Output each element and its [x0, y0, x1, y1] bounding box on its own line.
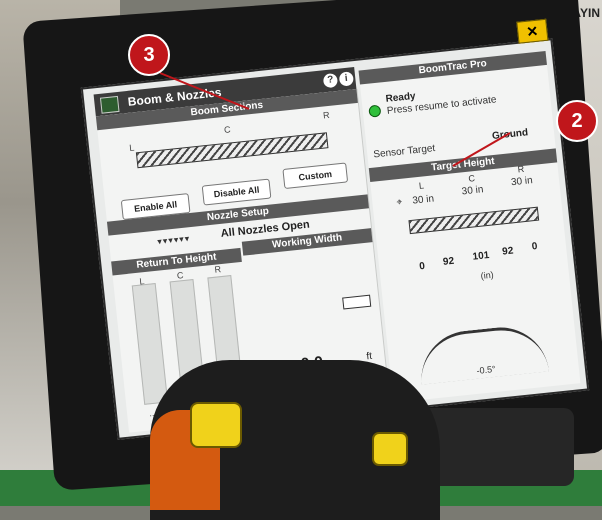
target-label-c: C [467, 173, 476, 184]
help-icon[interactable]: ? [322, 72, 339, 89]
joystick-yellow-button-small [372, 432, 408, 466]
info-icon[interactable]: i [338, 71, 355, 87]
target-height-left[interactable]: 30 in [412, 193, 435, 206]
target-height-right[interactable]: 30 in [511, 175, 534, 188]
boomtrac-header: BoomTrac Pro [358, 50, 547, 85]
disable-all-button[interactable]: Disable All [201, 178, 272, 206]
target-label-l: L [418, 180, 425, 191]
sensor-reading-4: 92 [501, 245, 514, 258]
boom-label-c: C [223, 124, 231, 135]
joystick-yellow-button [190, 402, 242, 448]
target-height-center[interactable]: 30 in [461, 184, 484, 197]
boom-app-icon [99, 95, 120, 114]
nozzle-icons: ▾▾▾▾▾▾ [156, 233, 191, 247]
annotation-badge-2: 2 [556, 100, 598, 142]
crosshair-icon: ⌖ [395, 196, 403, 209]
boom-label-l: L [128, 142, 135, 153]
close-button[interactable]: ✕ [516, 18, 549, 44]
sensor-target-label: Sensor Target [372, 143, 436, 161]
working-width-icon [342, 294, 372, 310]
sensor-reading-2: 92 [442, 255, 455, 268]
boom-height-diagram [408, 206, 540, 235]
ready-indicator-icon [368, 104, 382, 118]
sensor-reading-1: 0 [418, 260, 426, 273]
readings-unit: (in) [480, 269, 495, 281]
boom-sections-diagram[interactable] [135, 132, 329, 169]
rth-label-r: R [214, 264, 222, 275]
annotation-badge-3: 3 [128, 34, 170, 76]
sensor-reading-5: 0 [531, 240, 539, 253]
boom-tilt-gauge [416, 322, 550, 385]
boomtrac-panel: BoomTrac Pro Ready Press resume to activ… [358, 50, 581, 403]
sensor-reading-3: 101 [472, 249, 490, 263]
custom-button[interactable]: Custom [282, 162, 349, 190]
boom-label-r: R [322, 109, 331, 121]
working-width-unit: ft [365, 350, 373, 363]
boom-tilt-value: -0.5° [476, 363, 497, 376]
target-label-r: R [517, 163, 525, 175]
rth-bar-left[interactable] [131, 282, 169, 405]
